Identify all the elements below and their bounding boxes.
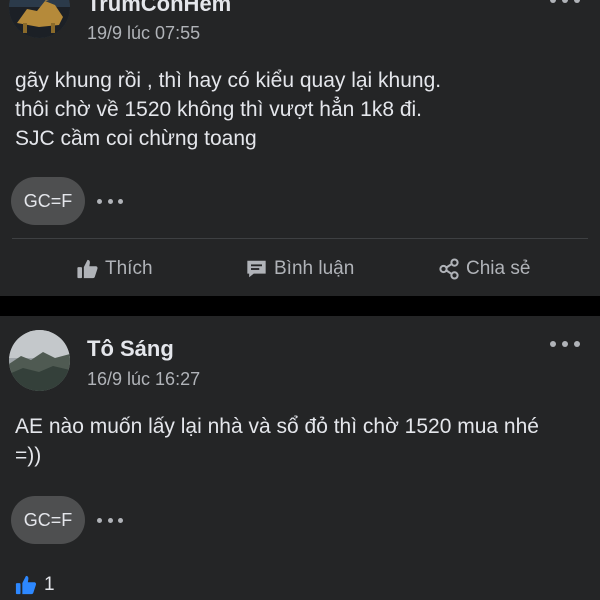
author-name[interactable]: Tô Sáng (87, 336, 174, 362)
author-name[interactable]: TrumConHem (87, 0, 231, 17)
comment-button[interactable]: Bình luận (245, 258, 354, 280)
like-count: 1 (44, 574, 55, 595)
share-label: Chia sẻ (466, 258, 531, 279)
share-button[interactable]: Chia sẻ (438, 258, 530, 280)
more-icon (550, 0, 556, 3)
divider (12, 238, 588, 239)
like-button[interactable]: Thích (76, 258, 153, 280)
reaction-tag-button[interactable]: GC=F (11, 496, 85, 544)
post-card: TrumConHem 19/9 lúc 07:55 gãy khung rồi … (0, 0, 600, 296)
more-options-button[interactable] (550, 337, 580, 351)
post-card: Tô Sáng 16/9 lúc 16:27 AE nào muốn lấy l… (0, 316, 600, 600)
thumbs-up-icon (77, 259, 98, 279)
avatar[interactable] (9, 0, 70, 38)
post-body: gãy khung rồi , thì hay có kiểu quay lại… (15, 66, 590, 153)
post-timestamp[interactable]: 19/9 lúc 07:55 (87, 23, 200, 44)
post-text-line: AE nào muốn lấy lại nhà và sổ đỏ thì chờ… (15, 415, 539, 438)
post-text-line: thôi chờ về 1520 không thì vượt hẳn 1k8 … (15, 98, 423, 121)
comment-icon (247, 260, 266, 278)
more-options-button[interactable] (550, 0, 580, 7)
avatar[interactable] (9, 330, 70, 391)
post-text-line: =)) (15, 444, 42, 467)
like-summary[interactable]: 1 (14, 574, 55, 596)
reaction-tag-button[interactable]: GC=F (11, 177, 85, 225)
like-label: Thích (105, 258, 153, 279)
reaction-more-button[interactable] (97, 196, 123, 206)
reaction-more-button[interactable] (97, 515, 123, 525)
share-icon (439, 258, 459, 280)
post-timestamp[interactable]: 16/9 lúc 16:27 (87, 369, 200, 390)
post-body: AE nào muốn lấy lại nhà và sổ đỏ thì chờ… (15, 412, 590, 470)
post-text-line: gãy khung rồi , thì hay có kiểu quay lại… (15, 69, 442, 92)
post-text-line: SJC cầm coi chừng toang (15, 127, 257, 150)
comment-label: Bình luận (274, 258, 355, 279)
more-icon (550, 341, 556, 347)
thumbs-up-icon (15, 575, 37, 595)
